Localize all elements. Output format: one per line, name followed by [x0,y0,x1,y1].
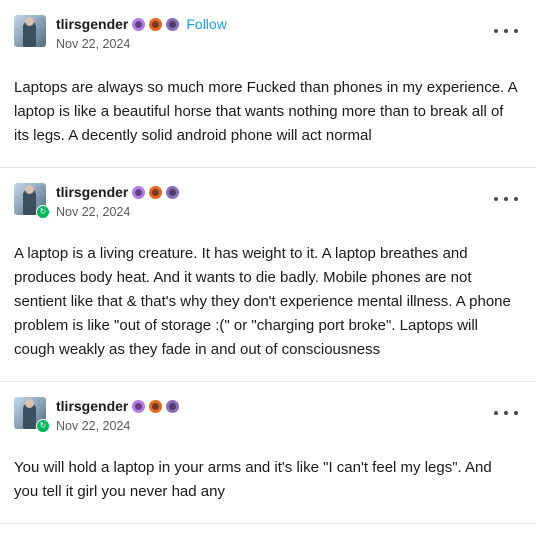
more-options-icon[interactable] [494,406,518,420]
post-date[interactable]: Nov 22, 2024 [56,419,130,433]
violet-badge-icon [166,17,180,31]
purple-badge-icon [132,17,146,31]
dot [494,411,498,415]
dot [514,411,518,415]
name-row: tlirsgender [56,183,180,201]
orange-paw-badge-icon [149,185,163,199]
avatar-head [25,17,34,26]
post-header: ↻ tlirsgender Nov 22, 2024 [0,168,536,228]
post: ↻ tlirsgender Nov 22, 2024 A laptop is a… [0,168,536,382]
dot [514,197,518,201]
avatar[interactable] [14,15,46,47]
username[interactable]: tlirsgender [56,398,128,414]
post-header: tlirsgender Follow Nov 22, 2024 [0,0,536,60]
post-date[interactable]: Nov 22, 2024 [56,205,130,219]
post-text: You will hold a laptop in your arms and … [14,459,492,500]
purple-badge-icon [132,399,146,413]
follow-button[interactable]: Follow [186,16,226,32]
avatar-head [25,185,34,194]
dot [504,197,508,201]
violet-badge-icon [166,185,180,199]
name-row: tlirsgender Follow [56,15,227,33]
purple-badge-icon [132,185,146,199]
dot [494,197,498,201]
more-options-icon[interactable] [494,192,518,206]
avatar-head [25,399,34,408]
dot [504,29,508,33]
post-text: A laptop is a living creature. It has we… [14,245,511,358]
post: tlirsgender Follow Nov 22, 2024 Laptops … [0,0,536,168]
post-date[interactable]: Nov 22, 2024 [56,37,130,51]
post-text: Laptops are always so much more Fucked t… [14,79,517,144]
name-row: tlirsgender [56,397,180,415]
reblog-icon: ↻ [36,419,50,433]
post-header: ↻ tlirsgender Nov 22, 2024 [0,382,536,442]
orange-paw-badge-icon [149,399,163,413]
username[interactable]: tlirsgender [56,16,128,32]
orange-paw-badge-icon [149,17,163,31]
post: ↻ tlirsgender Nov 22, 2024 You will hold… [0,382,536,524]
violet-badge-icon [166,399,180,413]
dot [494,29,498,33]
reblog-icon: ↻ [36,205,50,219]
more-options-icon[interactable] [494,24,518,38]
dot [514,29,518,33]
username[interactable]: tlirsgender [56,184,128,200]
dot [504,411,508,415]
